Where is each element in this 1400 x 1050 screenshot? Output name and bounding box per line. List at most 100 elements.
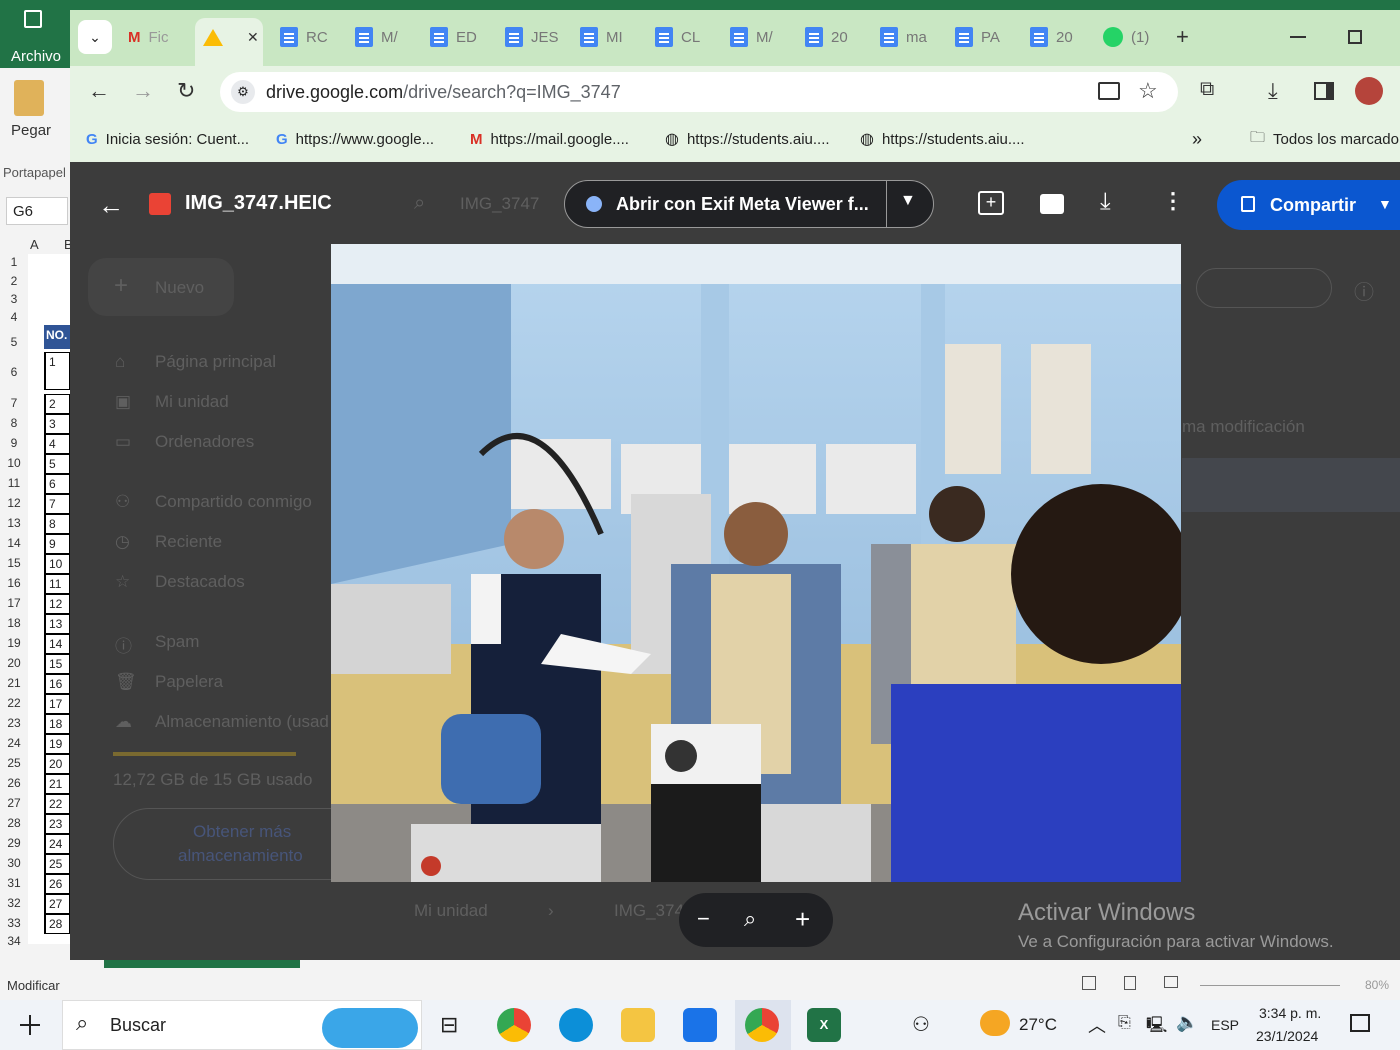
table-cell-no[interactable]: 15: [44, 654, 70, 674]
zoom-slider[interactable]: [1200, 985, 1340, 986]
image-preview[interactable]: [331, 244, 1181, 882]
row-header[interactable]: 4: [0, 310, 28, 330]
minimize-icon[interactable]: [1290, 36, 1306, 38]
row-header[interactable]: 17: [0, 596, 28, 616]
table-cell-no[interactable]: 25: [44, 854, 70, 874]
table-cell-no[interactable]: 10: [44, 554, 70, 574]
row-header[interactable]: 20: [0, 656, 28, 676]
row-header[interactable]: 11: [0, 476, 28, 496]
table-cell-no[interactable]: 26: [44, 874, 70, 894]
browser-tab[interactable]: (1): [1103, 22, 1149, 52]
clock-date[interactable]: 23/1/2024: [1256, 1028, 1318, 1044]
caret-down-icon[interactable]: ▼: [900, 192, 916, 210]
more-bookmarks-icon[interactable]: »: [1192, 128, 1202, 150]
table-cell-no[interactable]: 1: [44, 352, 70, 390]
bookmark-item[interactable]: ◍ https://students.aiu....: [665, 128, 830, 150]
row-header[interactable]: 5: [0, 335, 28, 355]
mail-icon[interactable]: [683, 1008, 717, 1042]
table-cell-no[interactable]: 17: [44, 694, 70, 714]
tab-search-button[interactable]: ⌄: [78, 20, 112, 54]
back-icon[interactable]: ←: [88, 78, 110, 104]
row-header[interactable]: 18: [0, 616, 28, 636]
more-options-icon[interactable]: ⋮: [1162, 188, 1184, 214]
row-header[interactable]: 21: [0, 676, 28, 696]
bookmark-item[interactable]: ◍ https://students.aiu....: [860, 128, 1025, 150]
browser-tab[interactable]: ED: [430, 22, 477, 52]
share-caret-icon[interactable]: ▼: [1378, 196, 1392, 212]
reload-icon[interactable]: ↻: [177, 78, 195, 104]
table-cell-no[interactable]: 12: [44, 594, 70, 614]
table-cell-no[interactable]: 24: [44, 834, 70, 854]
notifications-icon[interactable]: [1350, 1014, 1370, 1032]
sheet-tab[interactable]: [104, 960, 300, 968]
row-header[interactable]: 28: [0, 816, 28, 836]
browser-tab[interactable]: M/: [355, 22, 398, 52]
browser-tab[interactable]: M Fic: [128, 22, 169, 52]
row-header[interactable]: 23: [0, 716, 28, 736]
avatar[interactable]: [1355, 77, 1383, 105]
forward-icon[interactable]: →: [132, 78, 154, 104]
page-layout-icon[interactable]: [1124, 976, 1136, 990]
row-header[interactable]: 32: [0, 896, 28, 916]
row-header[interactable]: 12: [0, 496, 28, 516]
windows-start-icon[interactable]: [20, 1015, 40, 1035]
save-icon[interactable]: [24, 10, 42, 28]
browser-tab[interactable]: CL: [655, 22, 700, 52]
row-header[interactable]: 3: [0, 292, 28, 312]
extensions-icon[interactable]: ⧉: [1200, 78, 1214, 101]
browser-tab[interactable]: MI: [580, 22, 623, 52]
zoom-out-icon[interactable]: −: [697, 906, 710, 932]
row-header[interactable]: 7: [0, 396, 28, 416]
name-box[interactable]: G6: [6, 197, 68, 225]
row-header[interactable]: 26: [0, 776, 28, 796]
table-cell-no[interactable]: 23: [44, 814, 70, 834]
add-comment-icon[interactable]: +: [978, 191, 1004, 215]
meet-icon[interactable]: ⎘: [1118, 1014, 1131, 1032]
row-header[interactable]: 15: [0, 556, 28, 576]
row-header[interactable]: 31: [0, 876, 28, 896]
download-icon[interactable]: ⤓: [1100, 188, 1111, 216]
weather-temp[interactable]: 27°C: [1019, 1015, 1057, 1035]
browser-tab[interactable]: ✕: [203, 22, 259, 52]
site-info-icon[interactable]: ⚙: [231, 80, 255, 104]
row-header[interactable]: 9: [0, 436, 28, 456]
bookmark-star-icon[interactable]: ☆: [1138, 78, 1158, 104]
row-header[interactable]: 34: [0, 934, 28, 954]
row-header[interactable]: 14: [0, 536, 28, 556]
table-cell-no[interactable]: 16: [44, 674, 70, 694]
row-header[interactable]: 19: [0, 636, 28, 656]
bookmark-item[interactable]: Ghttps://www.google...: [276, 128, 434, 150]
table-cell-no[interactable]: 3: [44, 414, 70, 434]
side-panel-icon[interactable]: [1314, 82, 1334, 100]
browser-tab[interactable]: 20: [1030, 22, 1073, 52]
table-cell-no[interactable]: 6: [44, 474, 70, 494]
row-header[interactable]: 30: [0, 856, 28, 876]
all-bookmarks-folder[interactable]: 🗀 Todos los marcado: [1250, 128, 1399, 150]
row-header[interactable]: 24: [0, 736, 28, 756]
row-header[interactable]: 27: [0, 796, 28, 816]
table-cell-no[interactable]: 11: [44, 574, 70, 594]
row-header[interactable]: 10: [0, 456, 28, 476]
row-header[interactable]: 2: [0, 274, 28, 294]
chrome-icon[interactable]: [497, 1008, 531, 1042]
close-tab-icon[interactable]: ✕: [247, 29, 259, 46]
row-header[interactable]: 16: [0, 576, 28, 596]
row-header[interactable]: 8: [0, 416, 28, 436]
weather-icon[interactable]: [980, 1010, 1010, 1036]
maximize-icon[interactable]: [1348, 30, 1362, 44]
browser-tab[interactable]: ma: [880, 22, 927, 52]
language-indicator[interactable]: ESP: [1211, 1017, 1239, 1033]
table-cell-no[interactable]: 2: [44, 394, 70, 414]
browser-tab[interactable]: M/: [730, 22, 773, 52]
browser-tab[interactable]: JES: [505, 22, 559, 52]
row-header[interactable]: 13: [0, 516, 28, 536]
table-cell-no[interactable]: 20: [44, 754, 70, 774]
volume-icon[interactable]: 🔈: [1176, 1012, 1198, 1033]
row-header[interactable]: 22: [0, 696, 28, 716]
edge-icon[interactable]: [559, 1008, 593, 1042]
row-header[interactable]: 25: [0, 756, 28, 776]
file-menu[interactable]: Archivo: [11, 48, 61, 65]
new-tab-button[interactable]: +: [1176, 24, 1189, 50]
install-app-icon[interactable]: [1098, 82, 1120, 100]
clock-time[interactable]: 3:34 p. m.: [1259, 1005, 1321, 1021]
